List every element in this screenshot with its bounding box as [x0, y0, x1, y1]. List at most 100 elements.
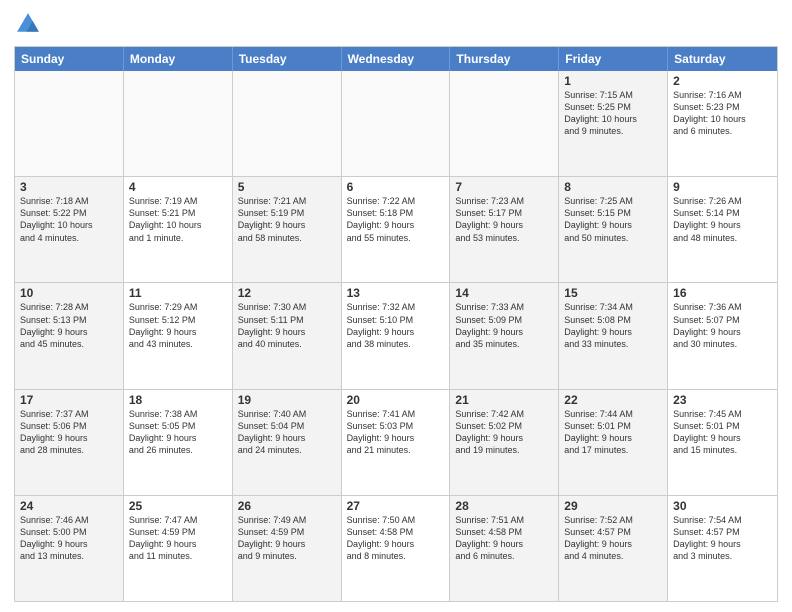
header: [14, 10, 778, 38]
weekday-header-monday: Monday: [124, 47, 233, 71]
calendar-cell-4-2: 26Sunrise: 7:49 AM Sunset: 4:59 PM Dayli…: [233, 496, 342, 601]
cell-daylight-info: Sunrise: 7:26 AM Sunset: 5:14 PM Dayligh…: [673, 195, 772, 244]
calendar-cell-4-5: 29Sunrise: 7:52 AM Sunset: 4:57 PM Dayli…: [559, 496, 668, 601]
cell-daylight-info: Sunrise: 7:16 AM Sunset: 5:23 PM Dayligh…: [673, 89, 772, 138]
cell-daylight-info: Sunrise: 7:29 AM Sunset: 5:12 PM Dayligh…: [129, 301, 227, 350]
cell-daylight-info: Sunrise: 7:15 AM Sunset: 5:25 PM Dayligh…: [564, 89, 662, 138]
calendar-cell-4-6: 30Sunrise: 7:54 AM Sunset: 4:57 PM Dayli…: [668, 496, 777, 601]
calendar-row-4: 24Sunrise: 7:46 AM Sunset: 5:00 PM Dayli…: [15, 495, 777, 601]
day-number: 15: [564, 286, 662, 300]
cell-daylight-info: Sunrise: 7:36 AM Sunset: 5:07 PM Dayligh…: [673, 301, 772, 350]
calendar-row-2: 10Sunrise: 7:28 AM Sunset: 5:13 PM Dayli…: [15, 282, 777, 388]
day-number: 17: [20, 393, 118, 407]
cell-daylight-info: Sunrise: 7:18 AM Sunset: 5:22 PM Dayligh…: [20, 195, 118, 244]
logo: [14, 10, 46, 38]
cell-daylight-info: Sunrise: 7:54 AM Sunset: 4:57 PM Dayligh…: [673, 514, 772, 563]
day-number: 14: [455, 286, 553, 300]
day-number: 25: [129, 499, 227, 513]
day-number: 10: [20, 286, 118, 300]
calendar-cell-3-4: 21Sunrise: 7:42 AM Sunset: 5:02 PM Dayli…: [450, 390, 559, 495]
day-number: 5: [238, 180, 336, 194]
cell-daylight-info: Sunrise: 7:22 AM Sunset: 5:18 PM Dayligh…: [347, 195, 445, 244]
cell-daylight-info: Sunrise: 7:51 AM Sunset: 4:58 PM Dayligh…: [455, 514, 553, 563]
calendar-cell-0-2: [233, 71, 342, 176]
cell-daylight-info: Sunrise: 7:33 AM Sunset: 5:09 PM Dayligh…: [455, 301, 553, 350]
cell-daylight-info: Sunrise: 7:38 AM Sunset: 5:05 PM Dayligh…: [129, 408, 227, 457]
calendar-cell-3-5: 22Sunrise: 7:44 AM Sunset: 5:01 PM Dayli…: [559, 390, 668, 495]
calendar-cell-4-0: 24Sunrise: 7:46 AM Sunset: 5:00 PM Dayli…: [15, 496, 124, 601]
weekday-header-sunday: Sunday: [15, 47, 124, 71]
calendar-cell-1-2: 5Sunrise: 7:21 AM Sunset: 5:19 PM Daylig…: [233, 177, 342, 282]
cell-daylight-info: Sunrise: 7:37 AM Sunset: 5:06 PM Dayligh…: [20, 408, 118, 457]
calendar-cell-1-4: 7Sunrise: 7:23 AM Sunset: 5:17 PM Daylig…: [450, 177, 559, 282]
cell-daylight-info: Sunrise: 7:25 AM Sunset: 5:15 PM Dayligh…: [564, 195, 662, 244]
day-number: 13: [347, 286, 445, 300]
cell-daylight-info: Sunrise: 7:52 AM Sunset: 4:57 PM Dayligh…: [564, 514, 662, 563]
day-number: 6: [347, 180, 445, 194]
weekday-header-friday: Friday: [559, 47, 668, 71]
cell-daylight-info: Sunrise: 7:40 AM Sunset: 5:04 PM Dayligh…: [238, 408, 336, 457]
calendar-cell-1-5: 8Sunrise: 7:25 AM Sunset: 5:15 PM Daylig…: [559, 177, 668, 282]
calendar-cell-3-1: 18Sunrise: 7:38 AM Sunset: 5:05 PM Dayli…: [124, 390, 233, 495]
cell-daylight-info: Sunrise: 7:42 AM Sunset: 5:02 PM Dayligh…: [455, 408, 553, 457]
cell-daylight-info: Sunrise: 7:19 AM Sunset: 5:21 PM Dayligh…: [129, 195, 227, 244]
calendar-cell-2-3: 13Sunrise: 7:32 AM Sunset: 5:10 PM Dayli…: [342, 283, 451, 388]
calendar-cell-0-1: [124, 71, 233, 176]
calendar-cell-1-1: 4Sunrise: 7:19 AM Sunset: 5:21 PM Daylig…: [124, 177, 233, 282]
cell-daylight-info: Sunrise: 7:30 AM Sunset: 5:11 PM Dayligh…: [238, 301, 336, 350]
calendar-body: 1Sunrise: 7:15 AM Sunset: 5:25 PM Daylig…: [15, 71, 777, 601]
day-number: 19: [238, 393, 336, 407]
day-number: 12: [238, 286, 336, 300]
cell-daylight-info: Sunrise: 7:32 AM Sunset: 5:10 PM Dayligh…: [347, 301, 445, 350]
weekday-header-saturday: Saturday: [668, 47, 777, 71]
day-number: 20: [347, 393, 445, 407]
calendar-header: SundayMondayTuesdayWednesdayThursdayFrid…: [15, 47, 777, 71]
cell-daylight-info: Sunrise: 7:23 AM Sunset: 5:17 PM Dayligh…: [455, 195, 553, 244]
day-number: 22: [564, 393, 662, 407]
calendar-cell-0-6: 2Sunrise: 7:16 AM Sunset: 5:23 PM Daylig…: [668, 71, 777, 176]
cell-daylight-info: Sunrise: 7:50 AM Sunset: 4:58 PM Dayligh…: [347, 514, 445, 563]
calendar-cell-3-0: 17Sunrise: 7:37 AM Sunset: 5:06 PM Dayli…: [15, 390, 124, 495]
day-number: 30: [673, 499, 772, 513]
calendar-row-1: 3Sunrise: 7:18 AM Sunset: 5:22 PM Daylig…: [15, 176, 777, 282]
day-number: 29: [564, 499, 662, 513]
weekday-header-tuesday: Tuesday: [233, 47, 342, 71]
cell-daylight-info: Sunrise: 7:28 AM Sunset: 5:13 PM Dayligh…: [20, 301, 118, 350]
calendar: SundayMondayTuesdayWednesdayThursdayFrid…: [14, 46, 778, 602]
day-number: 26: [238, 499, 336, 513]
calendar-cell-2-6: 16Sunrise: 7:36 AM Sunset: 5:07 PM Dayli…: [668, 283, 777, 388]
logo-icon: [14, 10, 42, 38]
calendar-cell-3-3: 20Sunrise: 7:41 AM Sunset: 5:03 PM Dayli…: [342, 390, 451, 495]
calendar-cell-3-2: 19Sunrise: 7:40 AM Sunset: 5:04 PM Dayli…: [233, 390, 342, 495]
calendar-cell-0-0: [15, 71, 124, 176]
day-number: 21: [455, 393, 553, 407]
calendar-cell-2-4: 14Sunrise: 7:33 AM Sunset: 5:09 PM Dayli…: [450, 283, 559, 388]
day-number: 16: [673, 286, 772, 300]
day-number: 2: [673, 74, 772, 88]
calendar-cell-4-3: 27Sunrise: 7:50 AM Sunset: 4:58 PM Dayli…: [342, 496, 451, 601]
calendar-cell-1-3: 6Sunrise: 7:22 AM Sunset: 5:18 PM Daylig…: [342, 177, 451, 282]
calendar-cell-1-6: 9Sunrise: 7:26 AM Sunset: 5:14 PM Daylig…: [668, 177, 777, 282]
calendar-row-3: 17Sunrise: 7:37 AM Sunset: 5:06 PM Dayli…: [15, 389, 777, 495]
calendar-cell-4-1: 25Sunrise: 7:47 AM Sunset: 4:59 PM Dayli…: [124, 496, 233, 601]
calendar-cell-2-2: 12Sunrise: 7:30 AM Sunset: 5:11 PM Dayli…: [233, 283, 342, 388]
calendar-cell-3-6: 23Sunrise: 7:45 AM Sunset: 5:01 PM Dayli…: [668, 390, 777, 495]
day-number: 18: [129, 393, 227, 407]
cell-daylight-info: Sunrise: 7:41 AM Sunset: 5:03 PM Dayligh…: [347, 408, 445, 457]
weekday-header-thursday: Thursday: [450, 47, 559, 71]
calendar-cell-0-5: 1Sunrise: 7:15 AM Sunset: 5:25 PM Daylig…: [559, 71, 668, 176]
calendar-cell-2-1: 11Sunrise: 7:29 AM Sunset: 5:12 PM Dayli…: [124, 283, 233, 388]
calendar-row-0: 1Sunrise: 7:15 AM Sunset: 5:25 PM Daylig…: [15, 71, 777, 176]
calendar-cell-2-5: 15Sunrise: 7:34 AM Sunset: 5:08 PM Dayli…: [559, 283, 668, 388]
day-number: 9: [673, 180, 772, 194]
cell-daylight-info: Sunrise: 7:44 AM Sunset: 5:01 PM Dayligh…: [564, 408, 662, 457]
day-number: 3: [20, 180, 118, 194]
cell-daylight-info: Sunrise: 7:49 AM Sunset: 4:59 PM Dayligh…: [238, 514, 336, 563]
page: SundayMondayTuesdayWednesdayThursdayFrid…: [0, 0, 792, 612]
day-number: 1: [564, 74, 662, 88]
calendar-cell-0-3: [342, 71, 451, 176]
day-number: 7: [455, 180, 553, 194]
day-number: 11: [129, 286, 227, 300]
calendar-cell-4-4: 28Sunrise: 7:51 AM Sunset: 4:58 PM Dayli…: [450, 496, 559, 601]
calendar-cell-0-4: [450, 71, 559, 176]
